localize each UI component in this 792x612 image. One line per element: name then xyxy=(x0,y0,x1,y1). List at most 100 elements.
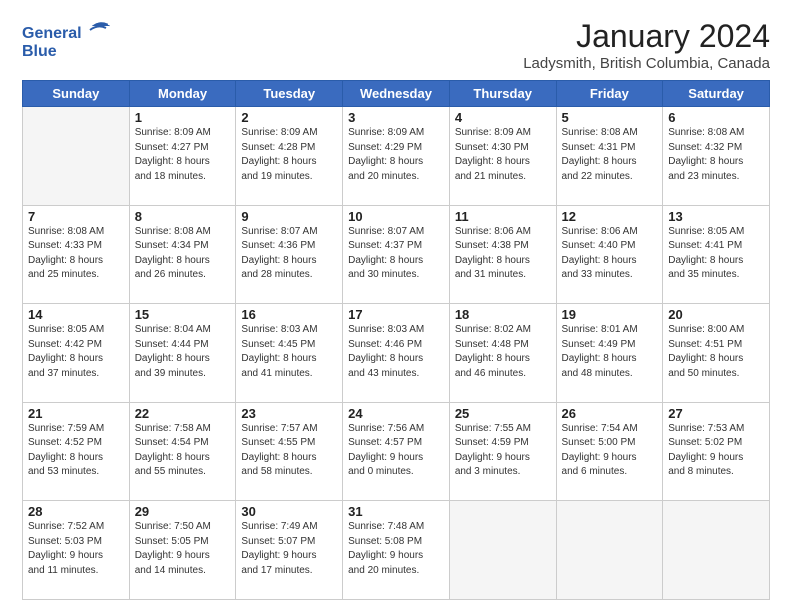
day-info: Sunrise: 7:48 AM Sunset: 5:08 PM Dayligh… xyxy=(348,520,444,578)
table-row: 23Sunrise: 7:57 AM Sunset: 4:55 PM Dayli… xyxy=(236,402,343,501)
day-info: Sunrise: 8:08 AM Sunset: 4:34 PM Dayligh… xyxy=(135,225,231,283)
page: General Blue January 2024 Ladysmith, Bri… xyxy=(0,0,792,612)
col-friday: Friday xyxy=(556,81,663,107)
day-info: Sunrise: 8:02 AM Sunset: 4:48 PM Dayligh… xyxy=(455,323,551,381)
table-row: 12Sunrise: 8:06 AM Sunset: 4:40 PM Dayli… xyxy=(556,205,663,304)
table-row: 24Sunrise: 7:56 AM Sunset: 4:57 PM Dayli… xyxy=(343,402,450,501)
day-info: Sunrise: 8:04 AM Sunset: 4:44 PM Dayligh… xyxy=(135,323,231,381)
table-row xyxy=(449,501,556,600)
day-info: Sunrise: 7:50 AM Sunset: 5:05 PM Dayligh… xyxy=(135,520,231,578)
table-row: 28Sunrise: 7:52 AM Sunset: 5:03 PM Dayli… xyxy=(23,501,130,600)
calendar-week-row: 1Sunrise: 8:09 AM Sunset: 4:27 PM Daylig… xyxy=(23,107,770,206)
calendar-week-row: 28Sunrise: 7:52 AM Sunset: 5:03 PM Dayli… xyxy=(23,501,770,600)
day-number: 8 xyxy=(135,209,231,224)
day-number: 1 xyxy=(135,110,231,125)
logo: General Blue xyxy=(22,18,112,62)
day-number: 27 xyxy=(668,406,764,421)
table-row: 8Sunrise: 8:08 AM Sunset: 4:34 PM Daylig… xyxy=(129,205,236,304)
day-info: Sunrise: 7:58 AM Sunset: 4:54 PM Dayligh… xyxy=(135,422,231,480)
table-row: 10Sunrise: 8:07 AM Sunset: 4:37 PM Dayli… xyxy=(343,205,450,304)
table-row: 11Sunrise: 8:06 AM Sunset: 4:38 PM Dayli… xyxy=(449,205,556,304)
day-number: 31 xyxy=(348,504,444,519)
calendar-week-row: 14Sunrise: 8:05 AM Sunset: 4:42 PM Dayli… xyxy=(23,304,770,403)
col-sunday: Sunday xyxy=(23,81,130,107)
day-number: 28 xyxy=(28,504,124,519)
table-row: 26Sunrise: 7:54 AM Sunset: 5:00 PM Dayli… xyxy=(556,402,663,501)
table-row: 30Sunrise: 7:49 AM Sunset: 5:07 PM Dayli… xyxy=(236,501,343,600)
day-number: 30 xyxy=(241,504,337,519)
header: General Blue January 2024 Ladysmith, Bri… xyxy=(22,18,770,72)
calendar-week-row: 7Sunrise: 8:08 AM Sunset: 4:33 PM Daylig… xyxy=(23,205,770,304)
table-row xyxy=(663,501,770,600)
subtitle: Ladysmith, British Columbia, Canada xyxy=(523,55,770,72)
table-row: 6Sunrise: 8:08 AM Sunset: 4:32 PM Daylig… xyxy=(663,107,770,206)
day-number: 20 xyxy=(668,307,764,322)
day-info: Sunrise: 8:06 AM Sunset: 4:38 PM Dayligh… xyxy=(455,225,551,283)
table-row: 9Sunrise: 8:07 AM Sunset: 4:36 PM Daylig… xyxy=(236,205,343,304)
day-number: 10 xyxy=(348,209,444,224)
day-number: 18 xyxy=(455,307,551,322)
table-row: 31Sunrise: 7:48 AM Sunset: 5:08 PM Dayli… xyxy=(343,501,450,600)
day-info: Sunrise: 8:07 AM Sunset: 4:36 PM Dayligh… xyxy=(241,225,337,283)
day-number: 22 xyxy=(135,406,231,421)
table-row: 16Sunrise: 8:03 AM Sunset: 4:45 PM Dayli… xyxy=(236,304,343,403)
day-info: Sunrise: 7:56 AM Sunset: 4:57 PM Dayligh… xyxy=(348,422,444,480)
day-number: 6 xyxy=(668,110,764,125)
table-row: 4Sunrise: 8:09 AM Sunset: 4:30 PM Daylig… xyxy=(449,107,556,206)
day-info: Sunrise: 7:54 AM Sunset: 5:00 PM Dayligh… xyxy=(562,422,658,480)
svg-text:General: General xyxy=(22,25,82,42)
day-number: 12 xyxy=(562,209,658,224)
day-number: 25 xyxy=(455,406,551,421)
table-row: 2Sunrise: 8:09 AM Sunset: 4:28 PM Daylig… xyxy=(236,107,343,206)
col-wednesday: Wednesday xyxy=(343,81,450,107)
day-number: 15 xyxy=(135,307,231,322)
day-number: 24 xyxy=(348,406,444,421)
table-row: 5Sunrise: 8:08 AM Sunset: 4:31 PM Daylig… xyxy=(556,107,663,206)
table-row: 25Sunrise: 7:55 AM Sunset: 4:59 PM Dayli… xyxy=(449,402,556,501)
day-info: Sunrise: 7:49 AM Sunset: 5:07 PM Dayligh… xyxy=(241,520,337,578)
day-info: Sunrise: 8:08 AM Sunset: 4:32 PM Dayligh… xyxy=(668,126,764,184)
calendar-table: Sunday Monday Tuesday Wednesday Thursday… xyxy=(22,80,770,600)
day-info: Sunrise: 7:55 AM Sunset: 4:59 PM Dayligh… xyxy=(455,422,551,480)
calendar-week-row: 21Sunrise: 7:59 AM Sunset: 4:52 PM Dayli… xyxy=(23,402,770,501)
day-number: 29 xyxy=(135,504,231,519)
day-number: 14 xyxy=(28,307,124,322)
logo-svg: General Blue xyxy=(22,18,112,62)
table-row: 20Sunrise: 8:00 AM Sunset: 4:51 PM Dayli… xyxy=(663,304,770,403)
table-row: 17Sunrise: 8:03 AM Sunset: 4:46 PM Dayli… xyxy=(343,304,450,403)
day-number: 3 xyxy=(348,110,444,125)
table-row: 3Sunrise: 8:09 AM Sunset: 4:29 PM Daylig… xyxy=(343,107,450,206)
table-row: 18Sunrise: 8:02 AM Sunset: 4:48 PM Dayli… xyxy=(449,304,556,403)
day-info: Sunrise: 8:09 AM Sunset: 4:29 PM Dayligh… xyxy=(348,126,444,184)
col-tuesday: Tuesday xyxy=(236,81,343,107)
day-info: Sunrise: 8:09 AM Sunset: 4:27 PM Dayligh… xyxy=(135,126,231,184)
table-row: 29Sunrise: 7:50 AM Sunset: 5:05 PM Dayli… xyxy=(129,501,236,600)
col-thursday: Thursday xyxy=(449,81,556,107)
table-row: 7Sunrise: 8:08 AM Sunset: 4:33 PM Daylig… xyxy=(23,205,130,304)
day-info: Sunrise: 8:03 AM Sunset: 4:46 PM Dayligh… xyxy=(348,323,444,381)
col-saturday: Saturday xyxy=(663,81,770,107)
day-number: 2 xyxy=(241,110,337,125)
day-info: Sunrise: 7:59 AM Sunset: 4:52 PM Dayligh… xyxy=(28,422,124,480)
day-number: 11 xyxy=(455,209,551,224)
day-info: Sunrise: 8:03 AM Sunset: 4:45 PM Dayligh… xyxy=(241,323,337,381)
svg-text:Blue: Blue xyxy=(22,43,57,60)
day-info: Sunrise: 8:00 AM Sunset: 4:51 PM Dayligh… xyxy=(668,323,764,381)
day-number: 4 xyxy=(455,110,551,125)
table-row: 13Sunrise: 8:05 AM Sunset: 4:41 PM Dayli… xyxy=(663,205,770,304)
title-block: January 2024 Ladysmith, British Columbia… xyxy=(523,18,770,72)
day-number: 7 xyxy=(28,209,124,224)
day-info: Sunrise: 8:05 AM Sunset: 4:42 PM Dayligh… xyxy=(28,323,124,381)
table-row: 27Sunrise: 7:53 AM Sunset: 5:02 PM Dayli… xyxy=(663,402,770,501)
day-number: 17 xyxy=(348,307,444,322)
day-info: Sunrise: 8:09 AM Sunset: 4:30 PM Dayligh… xyxy=(455,126,551,184)
table-row: 14Sunrise: 8:05 AM Sunset: 4:42 PM Dayli… xyxy=(23,304,130,403)
day-info: Sunrise: 8:05 AM Sunset: 4:41 PM Dayligh… xyxy=(668,225,764,283)
day-info: Sunrise: 8:08 AM Sunset: 4:31 PM Dayligh… xyxy=(562,126,658,184)
day-number: 13 xyxy=(668,209,764,224)
day-number: 9 xyxy=(241,209,337,224)
table-row: 21Sunrise: 7:59 AM Sunset: 4:52 PM Dayli… xyxy=(23,402,130,501)
table-row: 22Sunrise: 7:58 AM Sunset: 4:54 PM Dayli… xyxy=(129,402,236,501)
day-number: 5 xyxy=(562,110,658,125)
day-info: Sunrise: 8:09 AM Sunset: 4:28 PM Dayligh… xyxy=(241,126,337,184)
